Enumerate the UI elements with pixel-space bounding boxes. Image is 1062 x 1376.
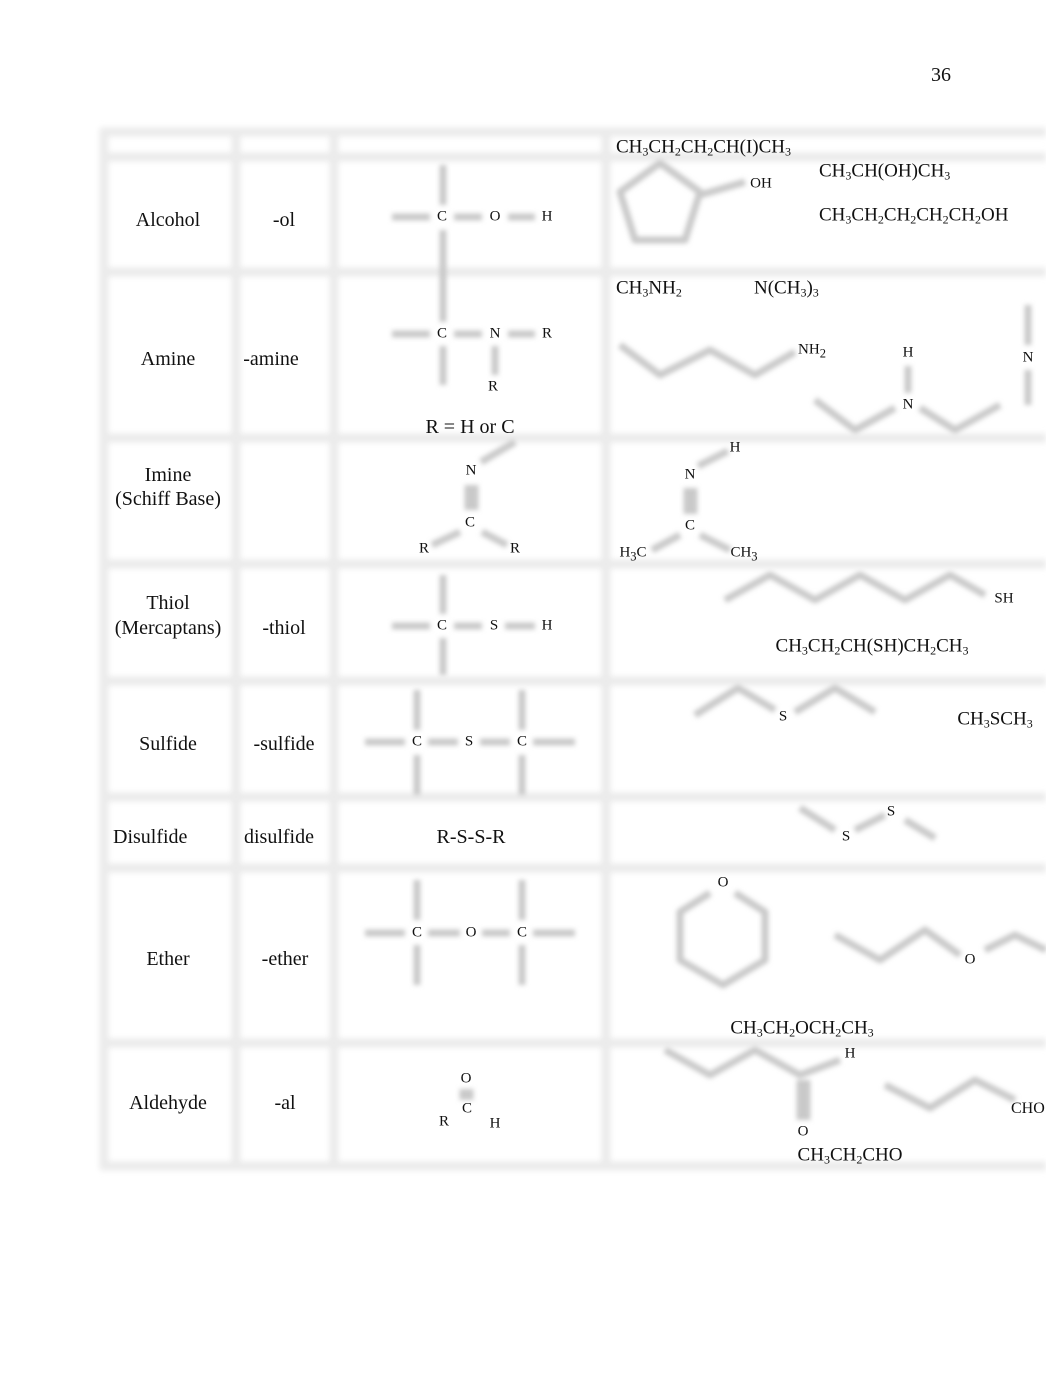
atom-label: S bbox=[489, 617, 499, 634]
atom-label: C bbox=[436, 617, 448, 634]
atom-label: O bbox=[465, 924, 477, 941]
atom-label: C bbox=[411, 733, 423, 750]
atom-label: OH bbox=[750, 175, 772, 192]
example-formula: CH3CH2OCH2CH3 bbox=[730, 1017, 874, 1040]
example-formula: CH3CH2CH2CH(I)CH3 bbox=[616, 136, 791, 159]
atom-label: O bbox=[797, 1123, 809, 1140]
atom-label: C bbox=[516, 924, 528, 941]
atom-label: S bbox=[841, 828, 851, 845]
example-formula: CH3CH2CH(SH)CH2CH3 bbox=[775, 635, 969, 658]
atom-label: N bbox=[902, 396, 914, 413]
group-name: Disulfide bbox=[113, 826, 188, 848]
atom-label: O bbox=[460, 1070, 472, 1087]
atom-label: H bbox=[844, 1045, 856, 1062]
atom-label: S bbox=[464, 733, 474, 750]
atom-label: N bbox=[1022, 349, 1034, 366]
atom-label: R bbox=[487, 378, 499, 395]
atom-label: H bbox=[902, 344, 914, 361]
atom-label: CHO bbox=[1011, 1100, 1045, 1117]
atom-label: H bbox=[541, 208, 553, 225]
general-formula: R-S-S-R bbox=[436, 826, 506, 848]
group-name: Alcohol bbox=[135, 209, 201, 231]
atom-label: SH bbox=[994, 590, 1014, 607]
atom-label: S bbox=[886, 803, 896, 820]
group-name: Thiol bbox=[146, 592, 190, 614]
group-name: Amine bbox=[140, 348, 196, 370]
atom-label: C bbox=[516, 733, 528, 750]
group-suffix: -al bbox=[274, 1092, 296, 1114]
atom-label: CH3 bbox=[730, 544, 758, 564]
atom-label: N bbox=[489, 325, 501, 342]
functional-group-table: Alcohol -ol C O H CH3CH2CH2CH(I)CH3 OH C… bbox=[0, 0, 1046, 1376]
group-suffix: -amine bbox=[243, 348, 299, 370]
atom-label: N bbox=[684, 466, 696, 483]
atom-label: N bbox=[465, 462, 477, 479]
r-group-note: R = H or C bbox=[425, 416, 515, 438]
atom-label: R bbox=[541, 325, 553, 342]
group-name: Sulfide bbox=[139, 733, 197, 755]
atom-label: O bbox=[964, 951, 976, 968]
atom-label: C bbox=[464, 514, 476, 531]
group-name: Ether bbox=[146, 948, 190, 970]
atom-label: C bbox=[411, 924, 423, 941]
atom-label: C bbox=[436, 325, 448, 342]
atom-label: NH2 bbox=[798, 341, 826, 361]
group-name-alt: (Mercaptans) bbox=[114, 617, 222, 639]
group-name-alt: (Schiff Base) bbox=[115, 488, 221, 510]
group-suffix: disulfide bbox=[244, 826, 314, 848]
atom-label: C bbox=[684, 517, 696, 534]
group-suffix: -sulfide bbox=[253, 733, 315, 755]
atom-label: H bbox=[489, 1115, 501, 1132]
group-suffix: -thiol bbox=[262, 617, 306, 639]
atom-label: C bbox=[461, 1100, 473, 1117]
atom-label: C bbox=[436, 208, 448, 225]
atom-label: H bbox=[729, 439, 741, 456]
atom-label: R bbox=[509, 540, 521, 557]
example-formula: N(CH3)3 bbox=[754, 277, 819, 300]
example-formula: CH3CH(OH)CH3 bbox=[819, 160, 951, 183]
atom-label: S bbox=[778, 708, 788, 725]
group-name: Imine bbox=[144, 464, 192, 486]
example-formula: CH3CH2CHO bbox=[797, 1144, 903, 1167]
atom-label: O bbox=[489, 208, 501, 225]
atom-label: R bbox=[418, 540, 430, 557]
group-suffix: -ol bbox=[272, 209, 296, 231]
example-formula: CH3SCH3 bbox=[957, 708, 1033, 731]
atom-label: H bbox=[541, 617, 553, 634]
atom-label: R bbox=[438, 1113, 450, 1130]
group-suffix: -ether bbox=[261, 948, 309, 970]
atom-label: H3C bbox=[619, 544, 647, 564]
example-formula: CH3CH2CH2CH2CH2OH bbox=[819, 204, 1009, 227]
atom-label: O bbox=[717, 874, 729, 891]
example-formula: CH3NH2 bbox=[616, 277, 682, 300]
group-name: Aldehyde bbox=[129, 1092, 207, 1114]
